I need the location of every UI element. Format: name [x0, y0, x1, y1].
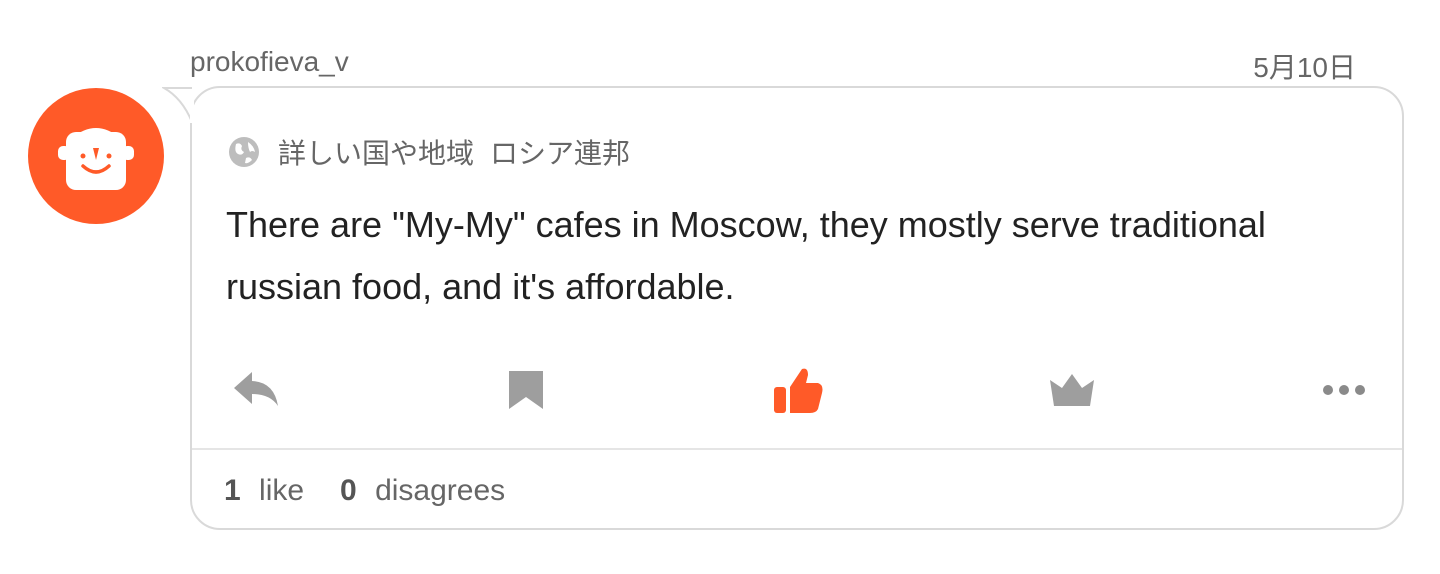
disagrees-label: disagrees: [375, 474, 506, 507]
more-options-button[interactable]: [1314, 360, 1374, 420]
likes-count: 1: [224, 474, 241, 507]
action-bar: [192, 360, 1402, 420]
like-button[interactable]: [768, 360, 828, 420]
disagrees-stat[interactable]: 0 disagrees: [340, 474, 505, 508]
bookmark-icon: [509, 371, 543, 409]
region-row: 詳しい国や地域 ロシア連邦: [228, 132, 630, 172]
reply-icon: [234, 372, 278, 406]
speech-bubble-tail: [162, 87, 194, 123]
region-value: ロシア連邦: [490, 138, 631, 169]
answer-post: prokofieva_v 5月10日 詳しい国や地域 ロシア連邦 There a…: [0, 0, 1440, 574]
post-date: 5月10日: [1253, 52, 1356, 83]
bookmark-button[interactable]: [496, 360, 556, 420]
thumbs-up-icon: [774, 368, 823, 413]
reply-button[interactable]: [226, 360, 286, 420]
more-icon: [1323, 385, 1365, 395]
region-label: 詳しい国や地域: [278, 138, 475, 169]
reaction-stats: 1 like 0 disagrees: [224, 474, 505, 508]
likes-stat[interactable]: 1 like: [224, 474, 304, 508]
author-username[interactable]: prokofieva_v: [190, 46, 349, 78]
award-button[interactable]: [1042, 360, 1102, 420]
disagrees-count: 0: [340, 474, 357, 507]
user-avatar[interactable]: [28, 88, 164, 224]
likes-label: like: [259, 474, 305, 507]
globe-icon: [229, 137, 259, 167]
robot-face-avatar-icon: [58, 128, 134, 190]
card-divider: [192, 448, 1402, 450]
answer-card: 詳しい国や地域 ロシア連邦 There are "My-My" cafes in…: [190, 86, 1404, 530]
answer-body: There are "My-My" cafes in Moscow, they …: [226, 204, 1266, 307]
crown-icon: [1050, 374, 1094, 406]
